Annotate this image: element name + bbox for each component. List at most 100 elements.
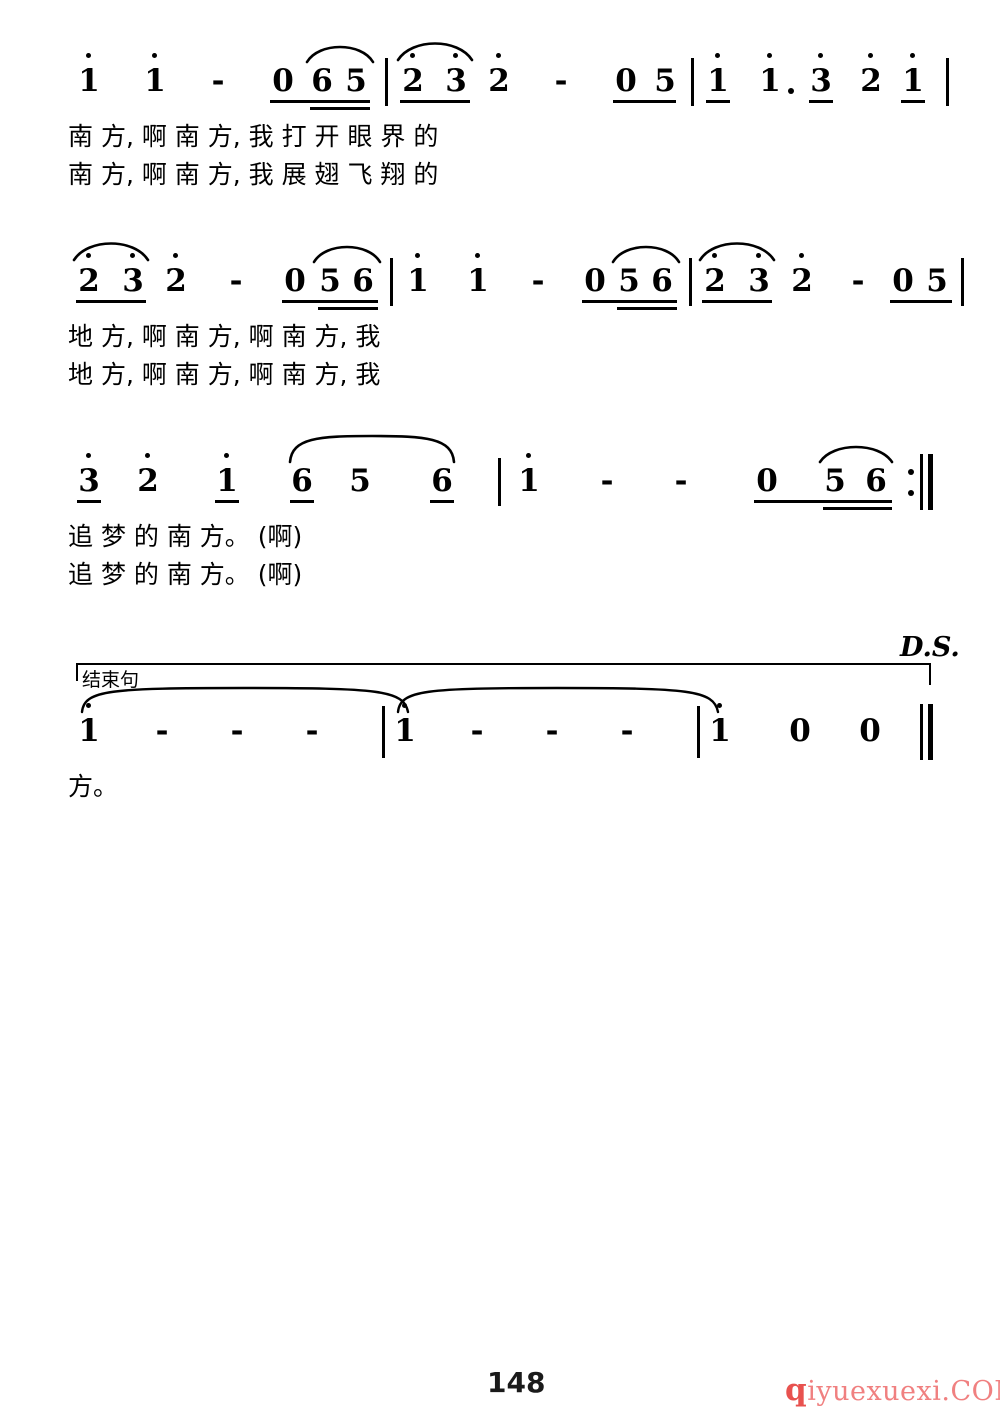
octave-dot-icon [86,453,92,458]
octave-dot-icon [767,53,773,58]
page-number: 148 [487,1366,546,1399]
note-2: 1 [140,53,170,98]
duration-dash: - [155,713,169,749]
repeat-bar-line [920,454,934,510]
tie-arc-2 [396,686,720,714]
note-3up-b: 3 [806,53,836,98]
note-5: 5 [319,263,341,299]
beam-line [215,500,239,503]
duration-dash: - [554,63,568,99]
note-2up: 2 [133,453,163,498]
note-1up-c: 1 [705,703,735,748]
site-watermark: qiyuexuexi.COM [785,1372,1000,1408]
bar-line [689,258,692,306]
beam-line [77,500,101,503]
octave-dot-icon [910,53,916,58]
note-1up-dotted: 1 [755,53,785,98]
beam-line [318,307,378,310]
lyrics-verse-1: 南 方, 啊 南 方, 我 打 开 眼 界 的 [68,122,439,151]
octave-dot-icon [799,253,805,258]
beam-line [270,100,370,103]
final-double-bar-line [920,704,934,760]
slur-arc [396,38,474,62]
note-6-c: 6 [865,463,887,499]
note-5-b: 5 [654,63,676,99]
slur-arc [305,42,375,64]
note-3up: 3 [118,253,148,298]
lyrics-verse-2: 南 方, 啊 南 方, 我 展 翅 飞 翔 的 [68,160,439,189]
octave-dot-icon [86,53,92,58]
bar-line [390,258,393,306]
note-3up-b: 3 [744,253,774,298]
beam-line [809,100,833,103]
note-row-2: 2 3 2 - 0 5 6 1 1 - 0 5 6 2 3 2 - 0 5 [0,242,1000,320]
slur-arc [611,242,681,264]
tie-arc-1 [80,686,410,714]
note-2up-c: 2 [700,253,730,298]
note-6-b: 6 [431,463,453,499]
note-1: 1 [74,53,104,98]
note-rest-0: 0 [272,63,294,99]
note-5-c: 5 [926,263,948,299]
bar-line [961,258,964,306]
octave-dot-icon [475,253,481,258]
duration-dash: - [531,263,545,299]
note-row-4: 1 - - - 1 - - - 1 0 0 [0,686,1000,770]
duration-dash: - [211,63,225,99]
duration-dash: - [229,263,243,299]
note-6-b: 6 [651,263,673,299]
beam-line [76,300,146,303]
sheet-music-page: 1 1 - 0 6 5 2 3 2 - 0 5 1 1 3 2 1 南 方, 啊… [0,0,1000,1427]
duration-dash: - [851,263,865,299]
octave-dot-icon [173,253,179,258]
beam-line [706,100,730,103]
octave-dot-icon [224,453,230,458]
note-6: 6 [352,263,374,299]
octave-dot-icon [145,453,151,458]
note-2up-b: 2 [161,253,191,298]
beam-line [890,300,952,303]
note-1up-a: 1 [703,53,733,98]
beam-line [901,100,925,103]
beam-line [823,507,892,510]
octave-dot-icon [415,253,421,258]
duration-dash: - [305,713,319,749]
note-rest-0-b: 0 [859,713,881,749]
duration-dash: - [620,713,634,749]
beam-line [310,107,370,110]
note-2up-b: 2 [484,53,514,98]
duration-dash: - [230,713,244,749]
slur-arc-long [288,434,456,464]
note-3up: 3 [74,453,104,498]
beam-line [400,100,470,103]
slur-arc [72,238,150,262]
octave-dot-icon [868,53,874,58]
note-5: 5 [349,463,371,499]
dal-segno-marking: D.S. [900,632,960,663]
note-6-a: 6 [291,463,313,499]
note-5: 5 [345,63,367,99]
note-rest-0-b: 0 [615,63,637,99]
note-row-1: 1 1 - 0 6 5 2 3 2 - 0 5 1 1 3 2 1 [0,42,1000,120]
duration-dash: - [674,463,688,499]
duration-dash: - [600,463,614,499]
octave-dot-icon [152,53,158,58]
watermark-text: iyuexuexi.COM [807,1376,1000,1407]
note-1up-b: 1 [390,703,420,748]
beam-line [282,300,378,303]
octave-dot-icon [715,53,721,58]
note-1up-b: 1 [898,53,928,98]
octave-dot-icon [818,53,824,58]
lyrics-verse-1: 地 方, 啊 南 方, 啊 南 方, 我 [68,322,381,351]
lyrics-verse-1: 方。 [68,772,119,801]
beam-line [430,500,454,503]
repeat-dot-icon [908,490,914,496]
note-5-b: 5 [618,263,640,299]
note-5-b: 5 [824,463,846,499]
repeat-dot-icon [908,469,914,475]
slur-arc [312,242,382,264]
note-1up: 1 [212,453,242,498]
lyrics-verse-2: 地 方, 啊 南 方, 啊 南 方, 我 [68,360,381,389]
slur-arc [818,442,894,464]
bar-line [691,58,694,106]
